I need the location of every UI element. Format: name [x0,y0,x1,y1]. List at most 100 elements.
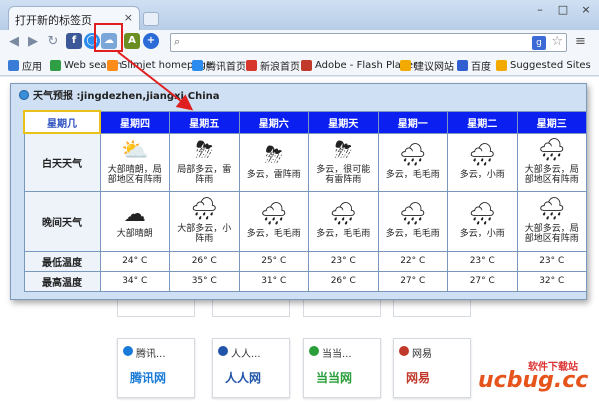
weather-cell: 🌧 大部多云，局部地区有阵雨 [516,190,587,252]
row-label: 最高温度 [23,270,101,292]
suggested-sites-icon [496,59,507,71]
qq-icon [123,346,133,356]
close-window-icon[interactable]: × [576,3,596,19]
address-bar[interactable]: ⌕ g ☆ [170,33,567,52]
cloudy-moon-icon: ☁ [123,202,146,227]
thumbnail-logo: 人人网 [225,371,262,385]
baidu-icon [457,59,468,71]
temperature-cell: 23° C [447,250,518,272]
rain-icon: 🌧 [537,197,566,222]
night-weather-row: 晚间天气 ☁ 大部晴朗 🌧 大部多云，小阵雨 🌧 多云，毛毛雨 🌧 多云，毛毛雨 🌧 多云，毛毛雨 🌧… [23,190,587,252]
row-label: 最低温度 [23,250,101,272]
bookmark-baidu[interactable]: 百度 [457,58,491,73]
weather-description: 多云，小雨 [459,229,505,239]
slimjet-icon [107,59,118,71]
title-bar: 打开新的标签页 × – □ × [0,0,599,30]
bookmark-suggested-cn[interactable]: 建议网站 [400,58,454,73]
drizzle-icon: 🌧 [398,143,427,168]
temperature-cell: 31° C [238,270,309,292]
drizzle-icon: 🌧 [398,202,427,227]
thumbnail-qq[interactable]: 腾讯... 腾讯网 [117,338,195,398]
weather-cell: ⛈ 局部多云，雷阵雨 [169,132,240,192]
menu-wrench-icon[interactable]: ≡ [575,34,586,49]
site-watermark: 软件下载站 ucbug.cc [470,358,595,400]
weather-description: 局部多云，雷阵雨 [177,165,232,185]
temperature-cell: 26° C [308,270,379,292]
weather-cell: ⛈ 多云，雷阵雨 [238,132,309,192]
thumbnail-logo: 当当网 [316,371,353,385]
zoom-icon[interactable]: + [143,33,159,49]
bookmark-label: 新浪首页 [260,61,300,73]
bookmark-sina[interactable]: 新浪首页 [246,58,300,73]
weather-description: 大部多云，局部地区有阵雨 [524,224,579,244]
temperature-cell: 26° C [169,250,240,272]
weather-description: 大部晴朗，局部地区有阵雨 [107,165,162,185]
weather-description: 大部多云，小阵雨 [177,224,232,244]
dangdang-icon [309,346,319,356]
bookmark-label: Suggested Sites [510,59,591,71]
weekday-header: 星期几 [23,110,101,134]
weather-cell: 🌧 多云，小雨 [447,190,518,252]
bookmark-label: 百度 [471,61,491,73]
watermark-logo: ucbug.cc [478,368,589,393]
translate-icon[interactable]: A [124,33,140,49]
suggested-icon [400,59,411,71]
extension-highlight-box [94,23,123,52]
thumbnail-dangdang[interactable]: 当当... 当当网 [303,338,381,398]
apps-icon [8,59,19,71]
maximize-icon[interactable]: □ [553,3,573,19]
weather-cell: 🌧 多云，毛毛雨 [238,190,309,252]
weather-cell: ☁ 大部晴朗 [99,190,170,252]
drizzle-icon: 🌧 [259,202,288,227]
thumbnail-title: 腾讯... [136,349,166,360]
thunder-rain-icon: ⛈ [334,138,353,163]
thumbnail-logo: 腾讯网 [130,371,167,385]
temperature-cell: 35° C [169,270,240,292]
rain-icon: 🌧 [190,197,219,222]
rain-icon: 🌧 [468,143,497,168]
bookmark-label: 应用 [22,61,42,73]
bookmark-apps[interactable]: 应用 [8,58,42,73]
temperature-cell: 27° C [447,270,518,292]
weather-description: 多云，毛毛雨 [246,229,301,239]
day-header: 星期天 [308,110,379,134]
new-tab-button[interactable] [143,12,159,26]
adobe-icon [301,59,312,71]
weather-cell: ⛅ 大部晴朗，局部地区有阵雨 [99,132,170,192]
thumbnail-logo: 网易 [406,371,431,385]
day-header: 星期二 [447,110,518,134]
bookmark-label: 建议网站 [414,61,454,73]
day-header: 星期一 [377,110,448,134]
row-label: 晚间天气 [23,190,101,252]
thumbnail-netease[interactable]: 网易 网易 [393,338,471,398]
popup-title: 天气预报 :jingdezhen,jiangxi,China [19,87,220,102]
weather-description: 大部多云，局部地区有阵雨 [524,165,579,185]
day-header: 星期六 [238,110,309,134]
google-search-icon[interactable]: g [532,36,546,50]
high-temp-row: 最高温度 34° C 35° C 31° C 26° C 27° C 27° C 32° C [23,270,587,292]
day-header: 星期五 [169,110,240,134]
reload-icon[interactable]: ↻ [44,33,62,51]
globe-icon [19,89,29,100]
netease-icon [399,346,409,356]
weather-cell: 🌧 多云，毛毛雨 [308,190,379,252]
tab-close-icon[interactable]: × [124,11,133,24]
weather-description: 多云，毛毛雨 [385,229,440,239]
back-icon[interactable]: ◀ [5,33,23,51]
thumbnail-renren[interactable]: 人人... 人人网 [212,338,290,398]
weather-cell: ⛈ 多云，很可能有雷阵雨 [308,132,379,192]
low-temp-row: 最低温度 24° C 26° C 25° C 23° C 22° C 23° C 23° C [23,250,587,272]
bookmark-star-icon[interactable]: ☆ [551,34,563,49]
bookmark-suggested-sites[interactable]: Suggested Sites [496,58,591,72]
weather-cell: 🌧 多云，毛毛雨 [377,190,448,252]
weather-description: 多云，毛毛雨 [316,229,371,239]
weather-description: 多云，小雨 [459,170,505,180]
forward-icon[interactable]: ▶ [24,33,42,51]
facebook-icon[interactable]: f [66,33,82,49]
renren-icon [218,346,228,356]
weather-description: 多云，雷阵雨 [246,170,301,180]
minimize-icon[interactable]: – [530,3,550,19]
sina-icon [246,59,257,71]
bookmark-qq[interactable]: 腾讯首页 [192,58,246,73]
weather-description: 大部晴朗 [116,229,153,239]
